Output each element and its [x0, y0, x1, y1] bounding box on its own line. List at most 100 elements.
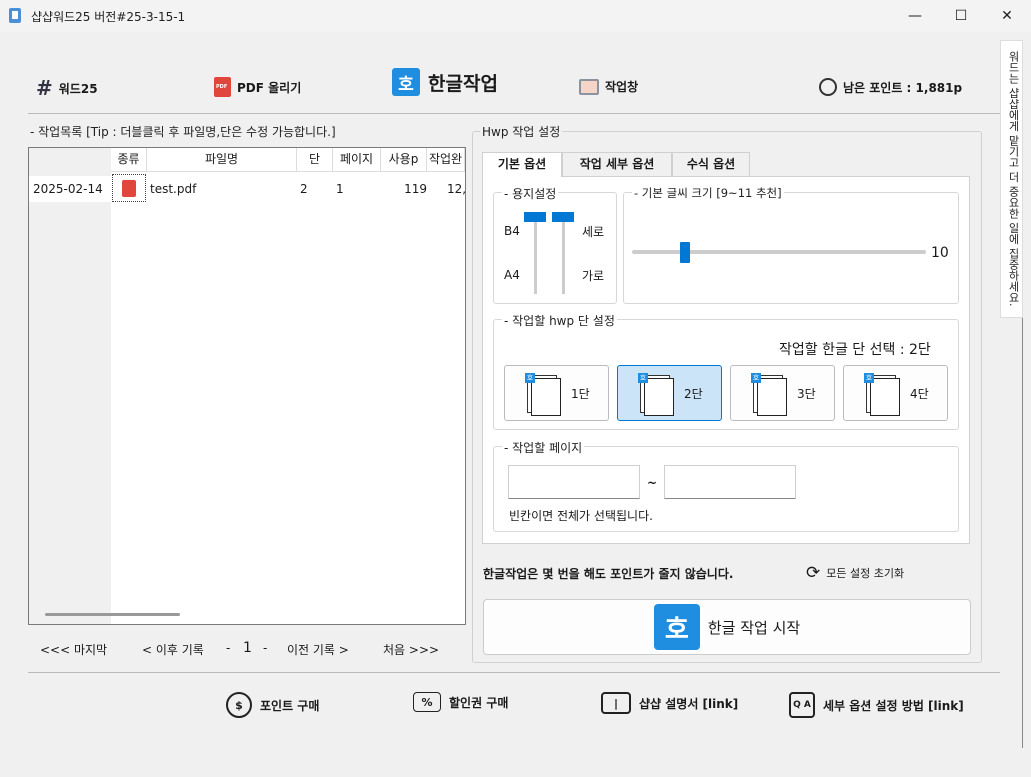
orientation-slider[interactable]	[552, 212, 574, 222]
column-2-label: 2단	[684, 387, 703, 401]
column-4-label: 4단	[910, 387, 929, 401]
bottom-divider	[28, 672, 1000, 673]
column-2-button[interactable]: 호 2단	[617, 365, 722, 421]
date-column	[29, 148, 111, 624]
fontsize-value: 10	[931, 245, 949, 261]
nav-hangul-work[interactable]: 호 한글작업	[392, 68, 498, 96]
hwp-settings-title: Hwp 작업 설정	[480, 123, 563, 140]
page-from-input[interactable]	[508, 465, 640, 499]
hangul-badge-icon: 호	[751, 373, 761, 383]
paper-size-b4: B4	[504, 224, 520, 238]
app-icon	[9, 8, 21, 23]
row-filename[interactable]: test.pdf	[150, 176, 290, 202]
pdf-file-icon	[122, 179, 136, 197]
start-hangul-work-button[interactable]: 호 한글 작업 시작	[483, 599, 971, 655]
nav-pdf-upload-label: PDF 올리기	[237, 80, 302, 95]
column-1-button[interactable]: 호 1단	[504, 365, 609, 421]
paper-size-slider[interactable]	[524, 212, 546, 222]
page-range-tilde: ~	[647, 476, 658, 490]
maximize-button[interactable]: ☐	[938, 0, 984, 32]
row-columns[interactable]: 2	[300, 176, 312, 202]
tab-formula-options[interactable]: 수식 옵션	[672, 152, 750, 176]
row-date[interactable]: 2025-02-14	[29, 176, 111, 202]
job-list[interactable]: 종류 파일명 단 페이지 사용p 작업완 2025-02-14 test.pdf…	[28, 147, 466, 625]
row-page[interactable]: 1	[336, 176, 356, 202]
paper-size-a4: A4	[504, 268, 520, 282]
coins-icon	[819, 78, 837, 96]
fontsize-slider[interactable]	[680, 242, 690, 263]
hangul-badge-icon: 호	[525, 373, 535, 383]
col-header-kind[interactable]: 종류	[111, 148, 147, 172]
nav-workwindow-label: 작업창	[605, 80, 639, 94]
buy-points-button[interactable]: $ 포인트 구매	[226, 692, 319, 718]
column-4-button[interactable]: 호 4단	[843, 365, 948, 421]
paper-settings-title: - 용지설정	[502, 185, 559, 202]
list-header: 종류 파일명 단 페이지 사용p 작업완	[111, 148, 465, 172]
tab-basic-options[interactable]: 기본 옵션	[482, 152, 562, 177]
tab-detail-options[interactable]: 작업 세부 옵션	[562, 152, 672, 176]
joblist-title: - 작업목록 [Tip : 더블클릭 후 파일명,단은 수정 가능합니다.]	[28, 123, 338, 140]
side-notice-text: 워드는 샵샵에게 맡기고 더 중요한 일에 집중하세요.	[1007, 51, 1020, 307]
col-header-done[interactable]: 작업완	[427, 148, 465, 172]
col-header-filename[interactable]: 파일명	[147, 148, 297, 172]
column-settings-title: - 작업할 hwp 단 설정	[502, 312, 617, 329]
row-used-points[interactable]: 119	[401, 176, 427, 202]
pager-prev[interactable]: 이전 기록 >	[287, 641, 349, 658]
page-to-input[interactable]	[664, 465, 796, 499]
hangul-badge-icon: 호	[638, 373, 648, 383]
hangul-badge-icon: 호	[864, 373, 874, 383]
refresh-icon: ⟳	[806, 563, 821, 583]
nav-pdf-upload[interactable]: PDF 올리기	[214, 77, 301, 97]
minimize-button[interactable]: —	[892, 0, 938, 32]
orientation-portrait: 세로	[582, 225, 605, 239]
row-kind[interactable]	[112, 174, 146, 202]
col-header-page[interactable]: 페이지	[333, 148, 381, 172]
hangul-icon: 호	[392, 68, 420, 96]
nav-word25[interactable]: # 워드25	[36, 76, 98, 100]
document-icon: 호	[751, 373, 787, 416]
fontsize-title: - 기본 글씨 크기 [9~11 추천]	[632, 185, 784, 201]
row-done[interactable]: 12,	[447, 176, 465, 202]
top-divider	[28, 113, 1000, 114]
pager-dash-right: -	[263, 641, 268, 655]
pager-next[interactable]: < 이후 기록	[142, 641, 204, 658]
document-icon: 호	[864, 373, 900, 416]
horizontal-scrollbar[interactable]	[45, 613, 180, 616]
orientation-slider-track	[562, 216, 565, 294]
hash-icon: #	[36, 76, 53, 100]
points-display: 남은 포인트 : 1,881p	[819, 78, 962, 96]
buy-points-label: 포인트 구매	[260, 698, 320, 713]
close-button[interactable]: ✕	[984, 0, 1030, 32]
column-selection-text: 작업할 한글 단 선택 : 2단	[779, 342, 931, 358]
pager-current: 1	[243, 640, 252, 656]
buy-coupon-label: 할인권 구매	[449, 695, 509, 710]
nav-word25-label: 워드25	[58, 81, 98, 96]
manual-link[interactable]: | 샵샵 설명서 [link]	[601, 692, 738, 714]
document-icon: 호	[638, 373, 674, 416]
pdf-icon	[214, 77, 231, 97]
orientation-landscape: 가로	[582, 269, 605, 283]
reset-settings-label: 모든 설정 초기화	[826, 567, 905, 580]
qa-icon: Q A	[789, 692, 815, 718]
nav-workwindow[interactable]: 작업창	[579, 78, 638, 95]
reset-settings-button[interactable]: ⟳ 모든 설정 초기화	[806, 563, 904, 583]
paper-size-slider-track	[534, 216, 537, 294]
book-icon: |	[601, 692, 631, 714]
column-3-button[interactable]: 호 3단	[730, 365, 835, 421]
document-icon: 호	[525, 373, 561, 416]
buy-coupon-button[interactable]: % 할인권 구매	[413, 692, 508, 712]
pages-title: - 작업할 페이지	[502, 439, 585, 456]
options-help-link[interactable]: Q A 세부 옵션 설정 방법 [link]	[789, 692, 964, 718]
fontsize-group	[623, 192, 959, 304]
options-help-label: 세부 옵션 설정 방법 [link]	[823, 698, 964, 713]
pages-hint: 빈칸이면 전체가 선택됩니다.	[509, 509, 653, 523]
pager-first[interactable]: 처음 >>>	[383, 641, 439, 658]
window-title: 샵샵워드25 버전#25-3-15-1	[31, 10, 186, 24]
pager-last[interactable]: <<< 마지막	[40, 641, 107, 658]
col-header-columns[interactable]: 단	[297, 148, 333, 172]
side-notice-panel: 워드는 샵샵에게 맡기고 더 중요한 일에 집중하세요.	[1000, 40, 1023, 318]
fontsize-slider-track	[632, 250, 926, 254]
points-label: 남은 포인트 : 1,881p	[843, 80, 963, 95]
dollar-icon: $	[226, 692, 252, 718]
col-header-used-points[interactable]: 사용p	[381, 148, 427, 172]
